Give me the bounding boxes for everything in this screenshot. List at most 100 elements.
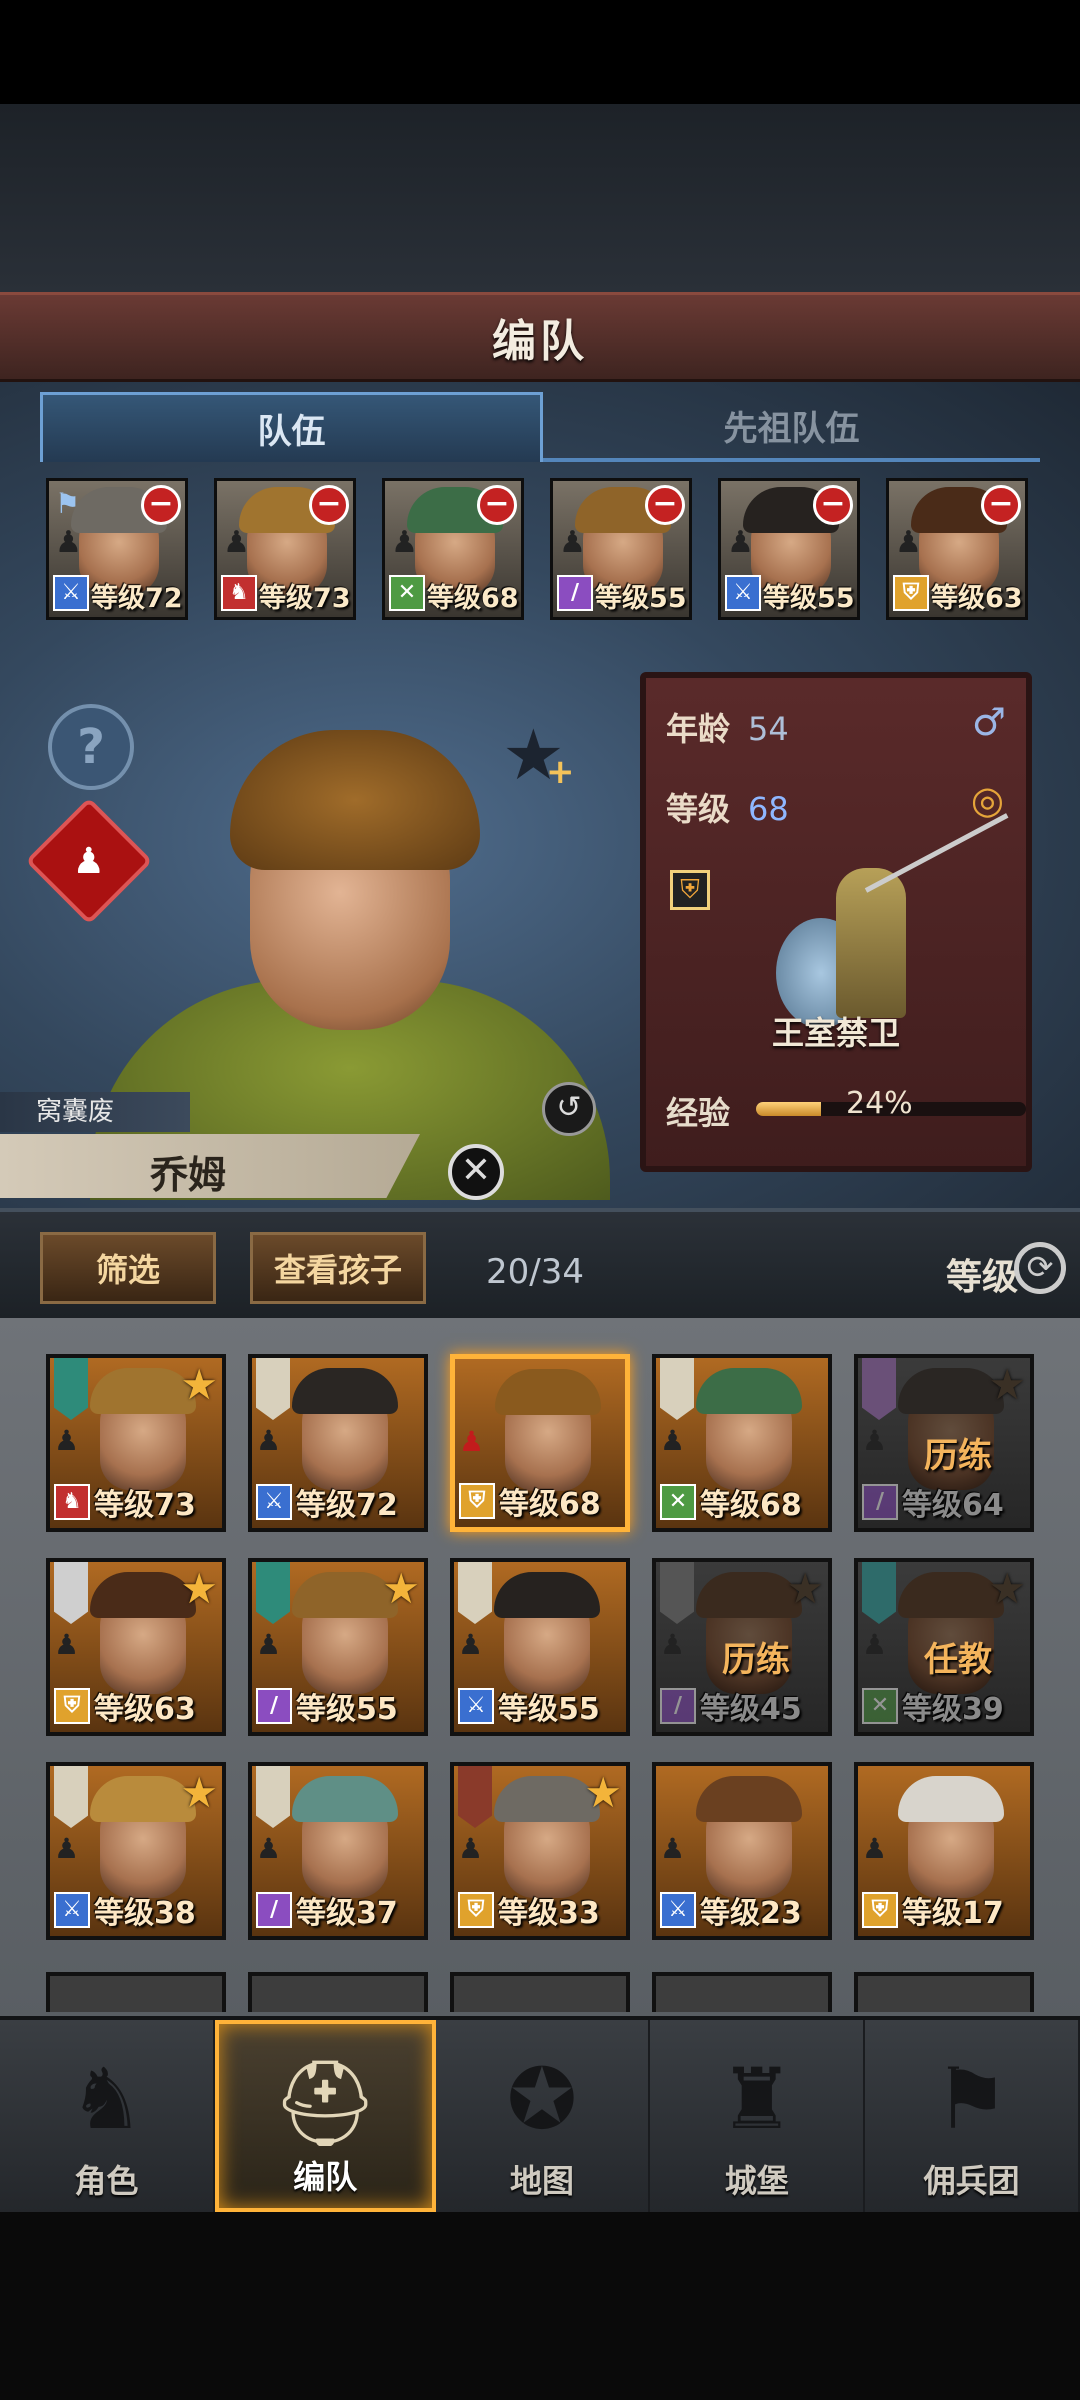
remove-hero-button[interactable]: ✕	[448, 1144, 504, 1200]
hook-icon[interactable]: ↺	[542, 1082, 596, 1136]
banner-icon	[54, 1358, 88, 1420]
hero-info-panel: 年龄 54 ♂ 等级 68 ◎ ⛨ 王室禁卫 经验 24%	[640, 672, 1032, 1172]
filter-button[interactable]: 筛选	[40, 1232, 216, 1304]
team-slot[interactable]: ⚑ ♟ − ⚔ 等级72	[46, 478, 188, 620]
team-slot[interactable]: ♟ − ✕ 等级68	[382, 478, 524, 620]
roster-card[interactable]: ♟ ★ ⚔ 等级38	[46, 1762, 226, 1940]
top-background	[0, 104, 1080, 294]
nav-mercenary[interactable]: ⚑ 佣兵团	[865, 2020, 1080, 2212]
banner-icon	[256, 1562, 290, 1624]
member-level: 等级73	[94, 1488, 196, 1523]
job-status: 任教	[924, 1640, 992, 1680]
remove-member-icon[interactable]: −	[981, 485, 1021, 525]
helmet-icon: ♟	[391, 525, 418, 560]
level-value: 68	[748, 790, 789, 828]
nav-label: 佣兵团	[923, 2162, 1020, 2200]
sword-icon: ⚔	[725, 575, 761, 611]
roster-card[interactable]: ♟ ⛨ 等级17	[854, 1762, 1034, 1940]
helmet-icon: ♟	[895, 525, 922, 560]
shield-icon: ⛨	[862, 1892, 898, 1928]
roster-card[interactable]: ♟ ★ 历练 ∕ 等级45	[652, 1558, 832, 1736]
unit-name: 王室禁卫	[771, 1014, 900, 1052]
roster-card-partial[interactable]	[450, 1972, 630, 2012]
roster-card[interactable]: ♟ ★ ∕ 等级55	[248, 1558, 428, 1736]
nav-knight[interactable]: ♞ 角色	[0, 2020, 215, 2212]
roster-card[interactable]: ♟ ∕ 等级37	[248, 1762, 428, 1940]
shield-icon: ⛨	[54, 1688, 90, 1724]
exp-label: 经验	[666, 1094, 731, 1132]
job-status: 历练	[722, 1640, 790, 1680]
hero-name-plate[interactable]: 乔姆	[0, 1134, 420, 1198]
portrait-hair	[292, 1368, 398, 1414]
page-title: 编队	[492, 316, 588, 367]
roster-count: 20/34	[486, 1252, 584, 1292]
crossed-swords-icon: ✕	[660, 1484, 696, 1520]
nav-castle[interactable]: ♜ 城堡	[650, 2020, 866, 2212]
helmet-icon: ♟	[727, 525, 754, 560]
team-slot[interactable]: ♟ − ∕ 等级55	[550, 478, 692, 620]
member-level: 等级68	[700, 1488, 802, 1523]
helmet-icon: ♟	[559, 525, 586, 560]
member-level: 等级64	[902, 1488, 1004, 1523]
exp-row: 经验 24%	[666, 1086, 1026, 1132]
filter-bar: 筛选 查看孩子 20/34 等级 ⟳	[0, 1208, 1080, 1318]
star-icon: ★	[988, 1360, 1026, 1409]
staff-icon: ∕	[256, 1688, 292, 1724]
team-slot[interactable]: ♟ − ♞ 等级73	[214, 478, 356, 620]
helmet-icon: ♟	[256, 1832, 282, 1865]
helmet-icon: ♟	[660, 1628, 686, 1661]
roster-card-partial[interactable]	[652, 1972, 832, 2012]
helmet-icon: ♟	[459, 1425, 485, 1458]
roster-card-partial[interactable]	[46, 1972, 226, 2012]
roster-card[interactable]: ♟ ⚔ 等级55	[450, 1558, 630, 1736]
banner-icon	[660, 1358, 694, 1420]
member-level: 等级55	[595, 583, 687, 614]
member-level: 等级37	[296, 1896, 398, 1931]
roster-card-partial[interactable]	[854, 1972, 1034, 2012]
sword-icon: ⚔	[53, 575, 89, 611]
nav-helmet[interactable]: ⛑ 编队	[214, 2020, 436, 2212]
sort-label[interactable]: 等级	[946, 1248, 1018, 1300]
remove-member-icon[interactable]: −	[645, 485, 685, 525]
roster-card[interactable]: ♟ ★ ♞ 等级73	[46, 1354, 226, 1532]
sword-icon: ⚔	[256, 1484, 292, 1520]
nav-label: 地图	[509, 2162, 574, 2200]
team-tabs: 队伍 先祖队伍	[40, 392, 1040, 462]
roster-card[interactable]: ♟ ⚔ 等级72	[248, 1354, 428, 1532]
banner-icon	[660, 1562, 694, 1624]
team-slot[interactable]: ♟ − ⚔ 等级55	[718, 478, 860, 620]
helmet-icon: ♟	[458, 1832, 484, 1865]
helmet-icon: ♟	[862, 1832, 888, 1865]
remove-member-icon[interactable]: −	[813, 485, 853, 525]
member-level: 等级63	[931, 583, 1023, 614]
roster-card[interactable]: ♟ ★ 历练 ∕ 等级64	[854, 1354, 1034, 1532]
ring-icon[interactable]: ◎	[971, 778, 1004, 822]
roster-card[interactable]: ♟ ⛨ 等级68	[450, 1354, 630, 1532]
remove-member-icon[interactable]: −	[309, 485, 349, 525]
star-icon: ★	[988, 1564, 1026, 1613]
nav-compass-map[interactable]: ✪ 地图	[436, 2020, 651, 2212]
roster-card[interactable]: ♟ ⚔ 等级23	[652, 1762, 832, 1940]
roster-card[interactable]: ♟ ✕ 等级68	[652, 1354, 832, 1532]
roster-card[interactable]: ♟ ★ 任教 ✕ 等级39	[854, 1558, 1034, 1736]
member-level: 等级72	[91, 583, 183, 614]
roster-card[interactable]: ♟ ★ ⛨ 等级63	[46, 1558, 226, 1736]
team-slot[interactable]: ♟ − ⛨ 等级63	[886, 478, 1028, 620]
remove-member-icon[interactable]: −	[477, 485, 517, 525]
roster-card-partial[interactable]	[248, 1972, 428, 2012]
member-level: 等级55	[296, 1692, 398, 1727]
member-level: 等级33	[498, 1896, 600, 1931]
hero-title: 窝囊废	[0, 1092, 190, 1132]
refresh-sort-icon[interactable]: ⟳	[1014, 1242, 1066, 1294]
level-label: 等级	[666, 790, 731, 828]
tab-team[interactable]: 队伍	[40, 392, 543, 462]
staff-icon: ∕	[660, 1688, 696, 1724]
view-children-button[interactable]: 查看孩子	[250, 1232, 426, 1304]
flag-icon: ⚑	[55, 487, 81, 520]
roster-card[interactable]: ♟ ★ ⛨ 等级33	[450, 1762, 630, 1940]
remove-member-icon[interactable]: −	[141, 485, 181, 525]
title-bar: 编队	[0, 292, 1080, 382]
shield-icon: ⛨	[458, 1892, 494, 1928]
star-icon: ★	[180, 1564, 218, 1613]
tab-ancestor-team[interactable]: 先祖队伍	[543, 392, 1040, 462]
